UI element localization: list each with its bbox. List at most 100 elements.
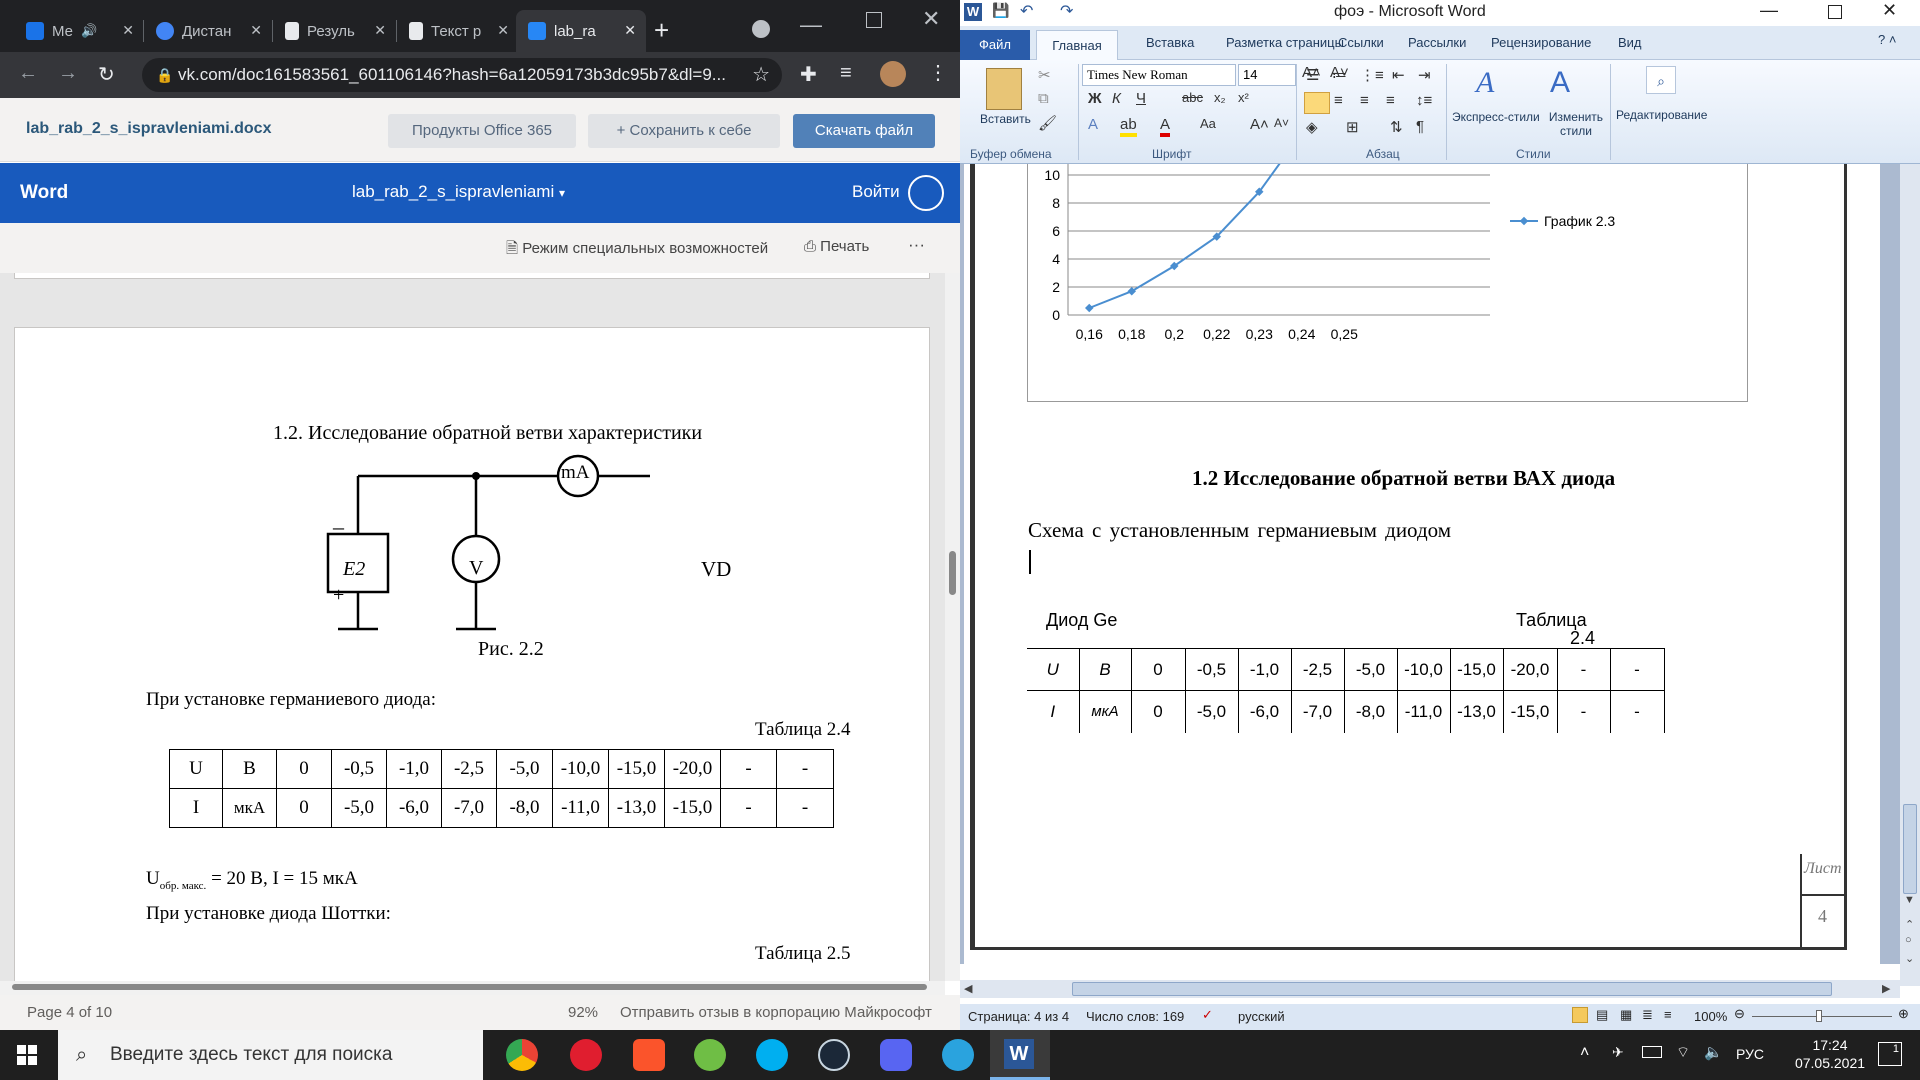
print-layout-icon[interactable]	[1572, 1007, 1588, 1023]
font-size-select[interactable]: 14	[1238, 64, 1296, 86]
forward-icon[interactable]: →	[58, 62, 78, 85]
horizontal-scrollbar[interactable]	[0, 981, 945, 995]
profile-avatar[interactable]	[880, 61, 906, 87]
keyboard-language[interactable]: РУС	[1736, 1046, 1764, 1062]
scroll-left-icon[interactable]: ◀	[964, 982, 972, 995]
zoom-slider-thumb[interactable]	[1816, 1010, 1822, 1022]
numbering-icon[interactable]: ≔	[1332, 66, 1347, 84]
align-center-icon[interactable]: ≡	[1334, 92, 1343, 109]
reload-icon[interactable]: ↻	[98, 62, 115, 87]
tab-home[interactable]: Главная	[1036, 30, 1118, 61]
tab-1[interactable]: Ме 🔊 ✕	[14, 10, 144, 52]
align-right-icon[interactable]: ≡	[1360, 92, 1369, 109]
copy-icon[interactable]: ⧉	[1038, 90, 1049, 107]
paste-icon[interactable]	[986, 68, 1022, 110]
tab-4[interactable]: Текст р ✕	[397, 10, 519, 52]
office-products-button[interactable]: Продукты Office 365	[388, 114, 576, 148]
zoom-out-icon[interactable]: ⊖	[1734, 1006, 1745, 1022]
multilevel-list-icon[interactable]: ⋮≡	[1360, 66, 1384, 84]
horizontal-scrollbar[interactable]: ◀ ▶	[960, 980, 1900, 998]
opera-app-icon[interactable]	[570, 1039, 602, 1071]
address-bar[interactable]: 🔒 vk.com/doc161583561_601106146?hash=6a1…	[142, 58, 782, 92]
next-page-icon[interactable]: ⌄	[1905, 952, 1914, 965]
sign-in-link[interactable]: Войти	[852, 182, 900, 202]
tab-insert[interactable]: Вставка	[1146, 35, 1194, 50]
close-tab-icon[interactable]: ✕	[624, 22, 636, 39]
tab-review[interactable]: Рецензирование	[1491, 35, 1591, 50]
minimize-icon[interactable]: —	[1760, 0, 1778, 21]
notification-center-icon[interactable]: 1	[1878, 1042, 1902, 1066]
change-styles-button[interactable]: Изменить стили	[1548, 110, 1604, 138]
windows-start-icon[interactable]	[17, 1045, 37, 1065]
change-styles-icon[interactable]: A	[1550, 66, 1570, 100]
superscript-icon[interactable]: x²	[1238, 90, 1249, 105]
web-layout-icon[interactable]: ▦	[1620, 1007, 1632, 1023]
text-effects-icon[interactable]: A	[1088, 116, 1098, 133]
chrome-app-icon[interactable]	[506, 1039, 538, 1071]
bullets-icon[interactable]: ☰	[1306, 66, 1319, 84]
prev-page-icon[interactable]: ⌃	[1905, 918, 1914, 931]
battery-icon[interactable]	[1642, 1046, 1662, 1058]
clock[interactable]: 17:24 07.05.2021	[1780, 1036, 1880, 1072]
subscript-icon[interactable]: x₂	[1214, 90, 1226, 105]
tab-view[interactable]: Вид	[1618, 35, 1642, 50]
feedback-link[interactable]: Отправить отзыв в корпорацию Майкрософт	[620, 1004, 932, 1021]
tab-search-icon[interactable]	[752, 20, 770, 38]
word-taskbar-active[interactable]: W	[990, 1030, 1050, 1080]
user-icon[interactable]	[908, 175, 944, 211]
steam-app-icon[interactable]	[818, 1039, 850, 1071]
scroll-thumb[interactable]	[1903, 804, 1917, 894]
tab-5-active[interactable]: lab_ra ✕	[516, 10, 646, 52]
scroll-thumb[interactable]	[12, 984, 927, 990]
scroll-thumb[interactable]	[949, 551, 956, 595]
shrink-font-icon[interactable]: A˅	[1274, 116, 1289, 130]
save-to-self-button[interactable]: + Сохранить к себе	[588, 114, 780, 148]
volume-icon[interactable]: 🔈	[1704, 1043, 1723, 1061]
highlight-icon[interactable]: ab	[1120, 116, 1137, 137]
tab-page-layout[interactable]: Разметка страницы	[1226, 35, 1344, 50]
close-tab-icon[interactable]: ✕	[497, 22, 509, 39]
save-icon[interactable]: 💾	[992, 2, 1009, 19]
search-box[interactable]: ⌕ Введите здесь текст для поиска	[58, 1030, 483, 1080]
zoom-in-icon[interactable]: ⊕	[1898, 1006, 1909, 1022]
language[interactable]: русский	[1238, 1009, 1285, 1024]
vertical-scrollbar[interactable]: ▼ ⌃ ○ ⌄	[1900, 164, 1920, 986]
close-window-icon[interactable]: ✕	[922, 6, 940, 32]
zoom-indicator[interactable]: 92%	[568, 1004, 598, 1021]
tab-file[interactable]: Файл	[960, 30, 1030, 60]
align-left-icon[interactable]	[1304, 92, 1330, 114]
close-tab-icon[interactable]: ✕	[374, 22, 386, 39]
tab-3[interactable]: Резуль ✕	[273, 10, 396, 52]
pilcrow-icon[interactable]: ¶	[1416, 118, 1424, 135]
close-tab-icon[interactable]: ✕	[250, 22, 262, 39]
show-hidden-icons[interactable]: ˄	[1580, 1044, 1589, 1062]
outline-icon[interactable]: ≣	[1642, 1007, 1653, 1023]
maximize-icon[interactable]	[1828, 5, 1842, 19]
undo-icon[interactable]: ↶	[1020, 1, 1033, 21]
font-color-icon[interactable]: A	[1160, 116, 1171, 137]
utorrent-app-icon[interactable]	[694, 1039, 726, 1071]
editing-button[interactable]: Редактирование	[1616, 108, 1707, 122]
reading-list-icon[interactable]: ≡	[840, 62, 852, 85]
doc-title[interactable]: lab_rab_2_s_ispravleniami ▾	[352, 182, 565, 202]
scroll-right-icon[interactable]: ▶	[1882, 982, 1890, 995]
full-screen-icon[interactable]: ▤	[1596, 1007, 1608, 1023]
page-count[interactable]: Страница: 4 из 4	[968, 1009, 1069, 1024]
sort-icon[interactable]: ⇅	[1390, 118, 1403, 136]
quick-styles-icon[interactable]: A	[1476, 66, 1494, 100]
draft-icon[interactable]: ≡	[1664, 1007, 1672, 1022]
close-window-icon[interactable]: ✕	[1882, 0, 1897, 21]
underline-icon[interactable]: Ч	[1136, 90, 1146, 107]
bookmark-star-icon[interactable]: ☆	[752, 58, 770, 92]
skype-app-icon[interactable]	[756, 1039, 788, 1071]
italic-icon[interactable]: К	[1112, 90, 1121, 107]
maximize-icon[interactable]	[866, 12, 882, 28]
wifi-icon[interactable]: ⌔	[1676, 1043, 1690, 1062]
extensions-icon[interactable]: ✚	[800, 62, 817, 87]
close-tab-icon[interactable]: ✕	[122, 22, 134, 39]
network-icon[interactable]: ✈	[1612, 1044, 1624, 1061]
new-tab-icon[interactable]: +	[654, 17, 669, 43]
decrease-indent-icon[interactable]: ⇤	[1392, 66, 1405, 84]
browse-object-icon[interactable]: ○	[1905, 934, 1912, 946]
cut-icon[interactable]: ✂	[1038, 66, 1051, 84]
